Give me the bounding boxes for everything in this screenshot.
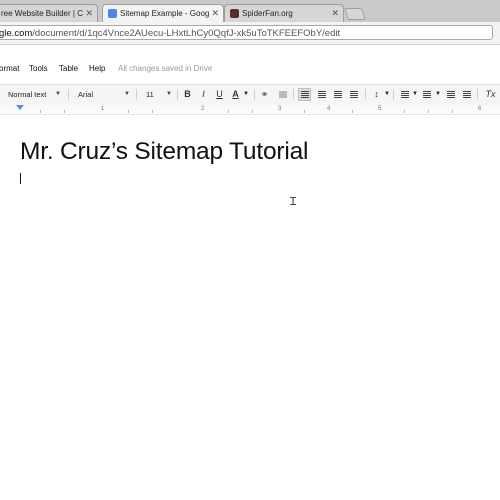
ruler-tick <box>352 110 353 113</box>
toolbar-divider <box>177 89 178 100</box>
ruler: 1 2 3 4 5 6 <box>0 105 500 115</box>
google-docs-favicon-icon <box>108 9 117 18</box>
align-center-icon[interactable] <box>315 88 328 101</box>
close-icon[interactable]: ✕ <box>211 5 219 22</box>
bold-button[interactable]: B <box>181 88 194 101</box>
font-dropdown[interactable]: Arial ▼ <box>78 88 132 101</box>
ruler-number: 6 <box>478 106 482 112</box>
chevron-down-icon[interactable]: ▼ <box>384 88 390 101</box>
tab-label: Sitemap Example - Google <box>120 9 209 18</box>
toolbar-divider <box>68 89 69 100</box>
menu-table[interactable]: Table <box>59 64 78 73</box>
close-icon[interactable]: ✕ <box>85 5 93 22</box>
clear-formatting-button[interactable]: Tx <box>484 88 497 101</box>
decrease-indent-icon[interactable] <box>444 88 457 101</box>
spider-favicon-icon <box>230 9 239 18</box>
new-tab-button[interactable] <box>344 8 366 20</box>
ruler-tick <box>64 110 65 113</box>
font-size-dropdown[interactable]: 11 ▼ <box>146 88 174 101</box>
ruler-number: 1 <box>101 106 105 112</box>
toolbar-divider <box>293 89 294 100</box>
font-size-label: 11 <box>146 90 154 99</box>
style-dropdown[interactable]: Normal text ▼ <box>8 88 64 101</box>
tab-label: ree Website Builder | Cre <box>1 9 83 18</box>
toolbar-divider <box>254 89 255 100</box>
tab-spiderfan[interactable]: SpiderFan.org ✕ <box>224 4 344 22</box>
tab-label: SpiderFan.org <box>242 9 293 18</box>
ruler-tick <box>152 110 153 113</box>
url-path: /document/d/1qc4Vnce2AUecu-LHxtLhCy0QqfJ… <box>32 28 341 39</box>
tab-website-builder[interactable]: ree Website Builder | Cre ✕ <box>0 4 98 22</box>
align-justify-icon[interactable] <box>347 88 360 101</box>
ruler-tick <box>252 110 253 113</box>
numbered-list-icon[interactable] <box>398 88 411 101</box>
line-spacing-icon[interactable]: ↕ <box>370 88 383 101</box>
ruler-tick <box>304 110 305 113</box>
address-bar: gle.com/document/d/1qc4Vnce2AUecu-LHxtLh… <box>0 22 500 45</box>
browser-tab-strip: ree Website Builder | Cre ✕ Sitemap Exam… <box>0 0 500 23</box>
menu-help[interactable]: Help <box>89 64 105 73</box>
style-dropdown-label: Normal text <box>8 90 47 99</box>
indent-marker-icon[interactable] <box>16 105 24 110</box>
ruler-number: 5 <box>378 106 382 112</box>
ruler-tick <box>40 110 41 113</box>
tab-sitemap-example[interactable]: Sitemap Example - Google ✕ <box>102 4 224 22</box>
toolbar-divider <box>365 89 366 100</box>
document-heading[interactable]: Mr. Cruz’s Sitemap Tutorial <box>20 138 308 166</box>
ibeam-cursor-icon: Ɪ <box>290 196 297 208</box>
ruler-tick <box>452 110 453 113</box>
bulleted-list-icon[interactable] <box>420 88 433 101</box>
url-host: gle.com <box>0 28 33 39</box>
ruler-tick <box>228 110 229 113</box>
chevron-down-icon: ▼ <box>124 91 130 97</box>
chevron-down-icon[interactable]: ▼ <box>243 88 249 101</box>
chevron-down-icon: ▼ <box>166 91 172 97</box>
toolbar-divider <box>393 89 394 100</box>
menu-tools[interactable]: Tools <box>29 64 48 73</box>
toolbar-divider <box>136 89 137 100</box>
ruler-tick <box>128 110 129 113</box>
font-dropdown-label: Arial <box>78 90 94 99</box>
italic-button[interactable]: I <box>197 88 210 101</box>
chevron-down-icon[interactable]: ▼ <box>412 88 418 101</box>
close-icon[interactable]: ✕ <box>331 5 339 22</box>
text-color-button[interactable]: A <box>229 88 242 101</box>
align-right-icon[interactable] <box>331 88 344 101</box>
ruler-number: 4 <box>327 106 331 112</box>
ruler-tick <box>428 110 429 113</box>
formatting-toolbar: Normal text ▼ Arial ▼ 11 ▼ B I U A ▼ ⚭ ↕… <box>0 84 500 106</box>
ruler-number: 3 <box>278 106 282 112</box>
underline-button[interactable]: U <box>213 88 226 101</box>
chevron-down-icon: ▼ <box>55 91 61 97</box>
text-cursor <box>20 173 21 184</box>
comment-icon[interactable] <box>276 88 289 101</box>
save-status: All changes saved in Drive <box>118 64 213 73</box>
align-left-icon[interactable] <box>298 88 311 101</box>
chevron-down-icon[interactable]: ▼ <box>435 88 441 101</box>
ruler-tick <box>404 110 405 113</box>
url-field[interactable]: gle.com/document/d/1qc4Vnce2AUecu-LHxtLh… <box>0 25 493 40</box>
link-icon[interactable]: ⚭ <box>258 88 271 101</box>
increase-indent-icon[interactable] <box>460 88 473 101</box>
toolbar-divider <box>477 89 478 100</box>
menu-format[interactable]: ormat <box>0 64 19 73</box>
ruler-number: 2 <box>201 106 205 112</box>
